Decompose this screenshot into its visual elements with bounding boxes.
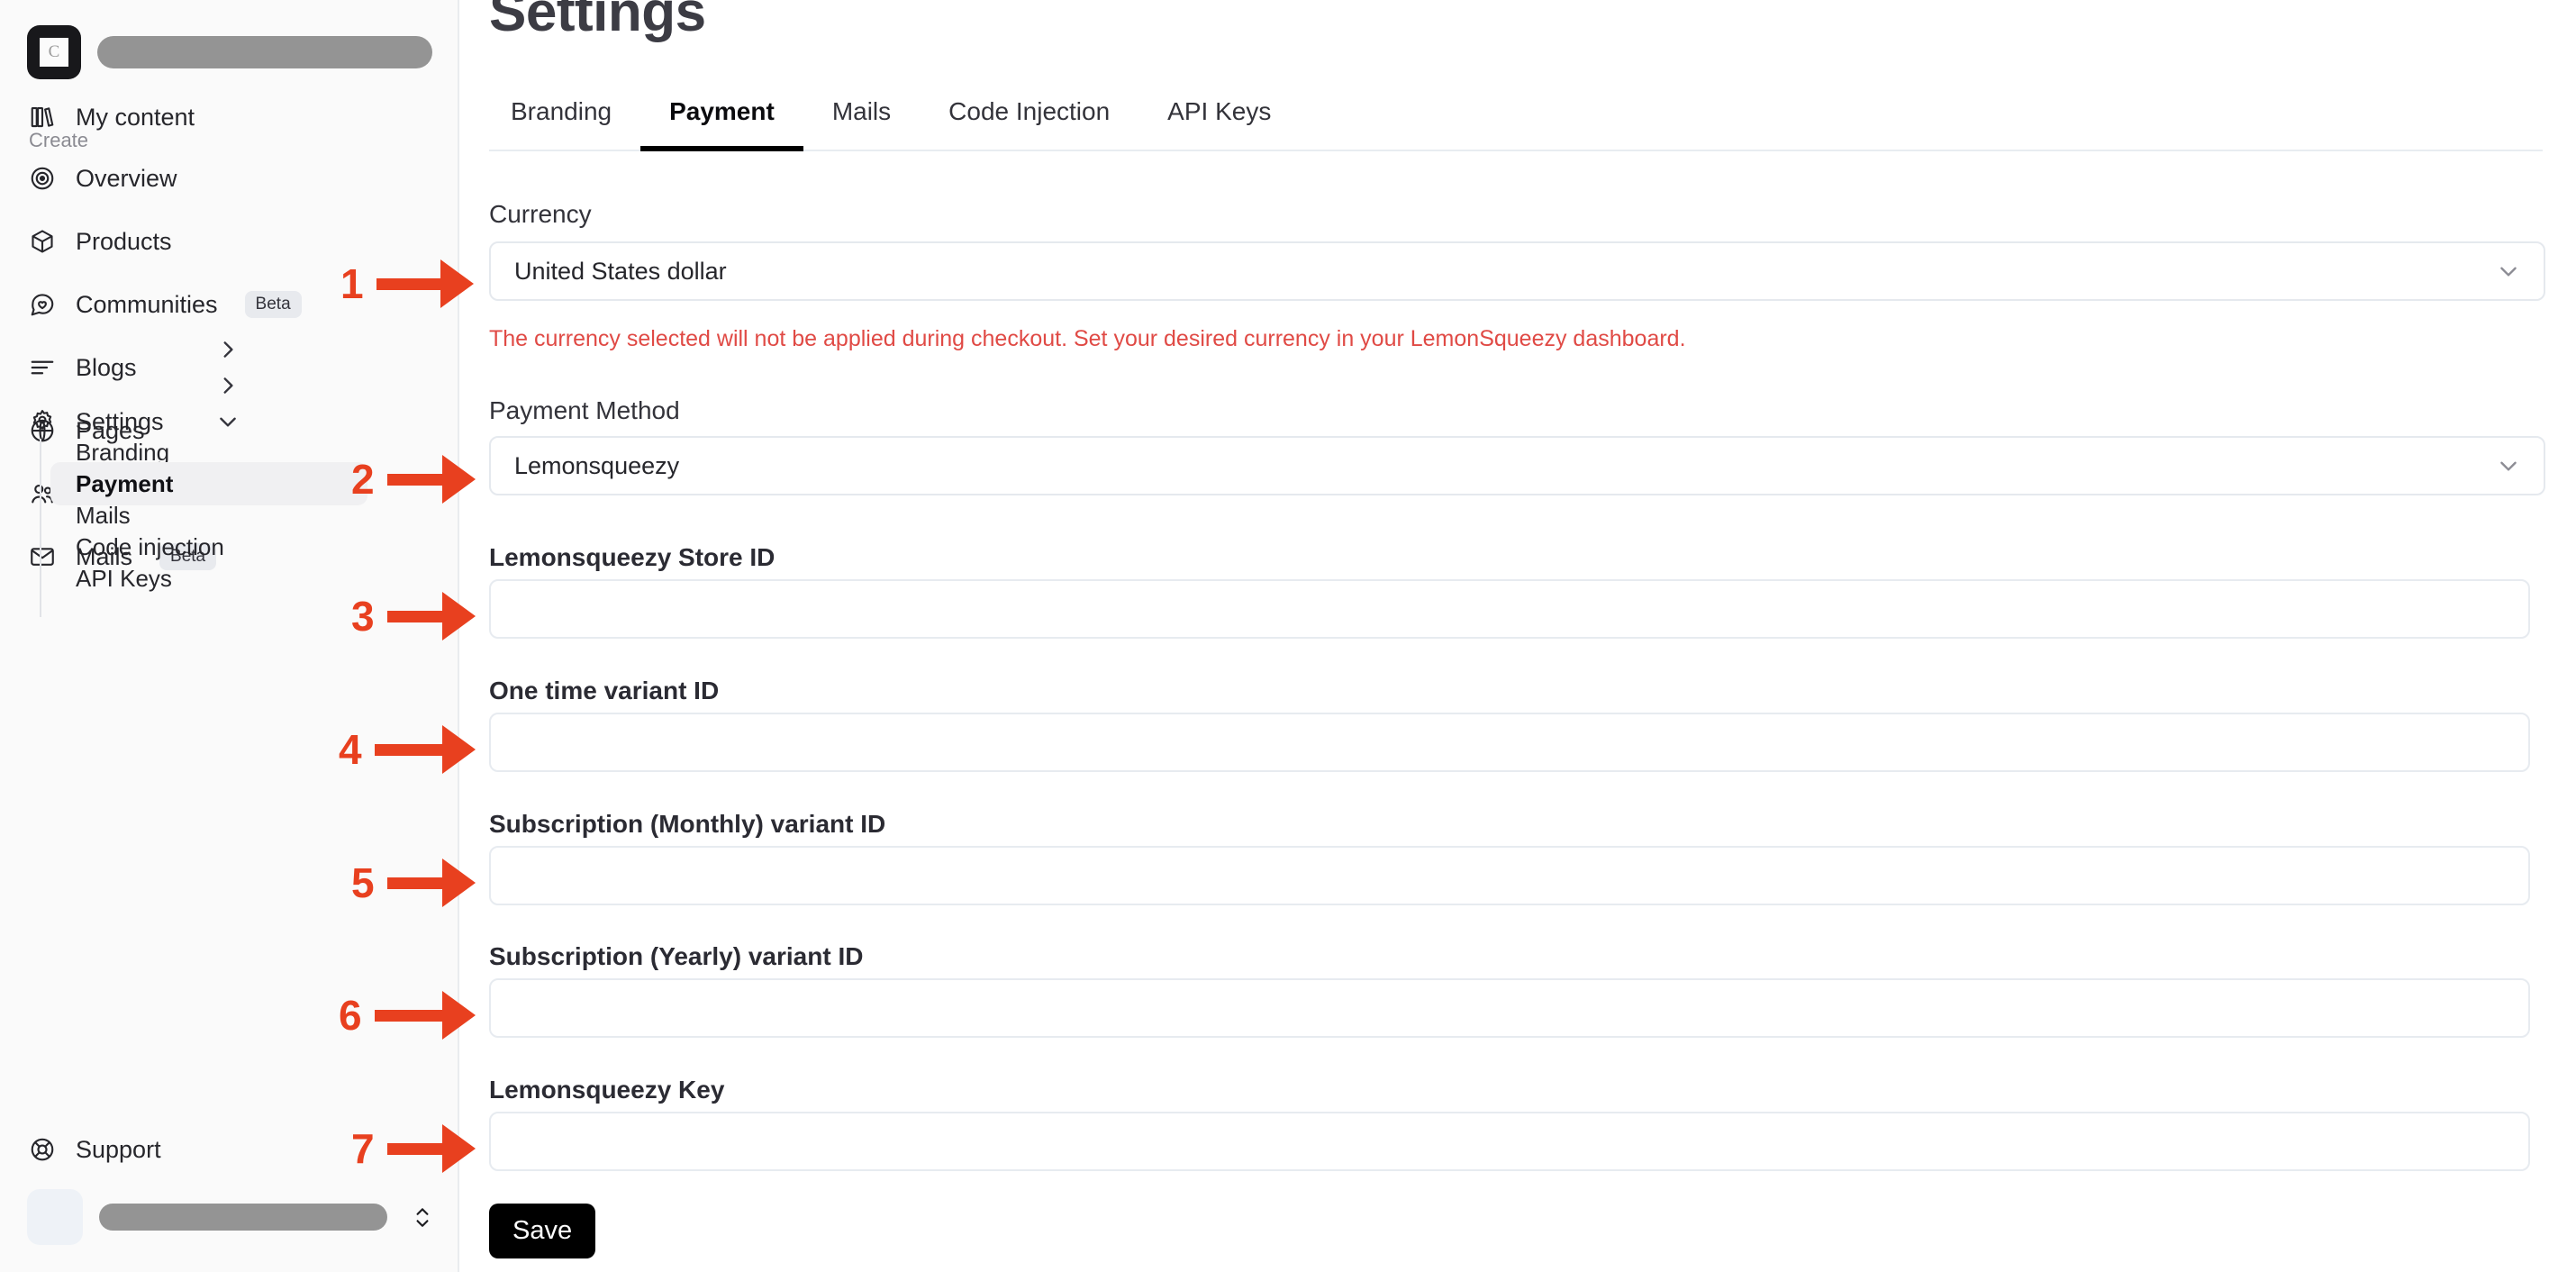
store-id-label: Lemonsqueezy Store ID: [489, 543, 776, 571]
sidebar-section-create: Create: [29, 129, 89, 151]
account-name-redacted: [99, 1204, 387, 1231]
sidebar-item-label: My content: [76, 103, 195, 131]
sidebar-badge-beta: Beta: [244, 291, 302, 318]
sidebar-item-blogs[interactable]: Blogs: [14, 342, 379, 393]
lifebuoy-icon: [29, 1136, 56, 1163]
library-icon: [29, 104, 56, 131]
brand-logo-letter: C: [40, 38, 68, 67]
chevron-right-icon-users[interactable]: [216, 338, 240, 361]
sidebar-item-label: Communities: [76, 290, 218, 318]
gear-icon: [29, 408, 56, 435]
payment-method-select-value: Lemonsqueezy: [514, 451, 680, 479]
currency-label: Currency: [489, 200, 592, 228]
brand-logo-icon: C: [27, 25, 81, 79]
tab-payment[interactable]: Payment: [640, 97, 803, 151]
sidebar: C My content Create Overview Products Co…: [0, 0, 459, 1272]
page-title: Settings: [489, 0, 706, 43]
main-content: Settings Branding Payment Mails Code Inj…: [459, 0, 2576, 1272]
app-root: C My content Create Overview Products Co…: [0, 0, 2576, 1272]
lemonsqueezy-key-input[interactable]: [489, 1112, 2530, 1171]
store-id-input[interactable]: [489, 579, 2530, 639]
sidebar-item-label: Support: [76, 1135, 161, 1163]
chevron-down-icon: [2497, 259, 2520, 283]
tab-branding[interactable]: Branding: [489, 97, 640, 150]
monthly-variant-input[interactable]: [489, 846, 2530, 905]
currency-warning: The currency selected will not be applie…: [489, 326, 1686, 351]
sidebar-subitem-label: API Keys: [76, 564, 172, 592]
settings-subnav-rail: [40, 439, 41, 617]
chevron-right-icon-mails[interactable]: [216, 374, 240, 397]
sidebar-item-overview[interactable]: Overview: [14, 153, 379, 204]
sidebar-item-label: Products: [76, 227, 172, 255]
one-time-variant-input[interactable]: [489, 713, 2530, 772]
payment-method-select[interactable]: Lemonsqueezy: [489, 436, 2545, 495]
tab-code-injection[interactable]: Code Injection: [920, 97, 1138, 150]
tab-label: Code Injection: [948, 97, 1111, 125]
brand-name-redacted: [97, 36, 432, 68]
currency-select-value: United States dollar: [514, 257, 727, 285]
settings-tabs: Branding Payment Mails Code Injection AP…: [489, 97, 2543, 151]
list-icon: [29, 354, 56, 381]
yearly-variant-input[interactable]: [489, 978, 2530, 1038]
tab-api-keys[interactable]: API Keys: [1138, 97, 1300, 150]
tab-mails[interactable]: Mails: [803, 97, 920, 150]
sidebar-item-products[interactable]: Products: [14, 216, 379, 267]
tab-label: API Keys: [1167, 97, 1272, 125]
sidebar-subitem-api-keys[interactable]: API Keys: [50, 557, 367, 600]
save-button[interactable]: Save: [489, 1204, 596, 1258]
one-time-variant-label: One time variant ID: [489, 677, 720, 704]
chevron-up-down-icon[interactable]: [411, 1202, 434, 1232]
sidebar-item-support[interactable]: Support: [14, 1124, 379, 1175]
tab-label: Mails: [831, 97, 892, 125]
lemonsqueezy-key-label: Lemonsqueezy Key: [489, 1076, 725, 1104]
tab-label: Branding: [511, 97, 612, 125]
account-switcher[interactable]: [27, 1189, 434, 1245]
sidebar-item-label: Overview: [76, 164, 177, 192]
yearly-variant-label: Subscription (Yearly) variant ID: [489, 942, 864, 970]
currency-select[interactable]: United States dollar: [489, 241, 2545, 301]
target-icon: [29, 165, 56, 192]
chat-heart-icon: [29, 291, 56, 318]
sidebar-item-label: Blogs: [76, 353, 137, 381]
chevron-down-icon: [2497, 454, 2520, 477]
avatar: [27, 1189, 83, 1245]
payment-method-label: Payment Method: [489, 396, 680, 424]
sidebar-item-communities[interactable]: Communities Beta: [14, 279, 379, 330]
tab-label: Payment: [669, 97, 775, 125]
monthly-variant-label: Subscription (Monthly) variant ID: [489, 810, 886, 838]
brand[interactable]: C: [27, 25, 432, 79]
box-icon: [29, 228, 56, 255]
